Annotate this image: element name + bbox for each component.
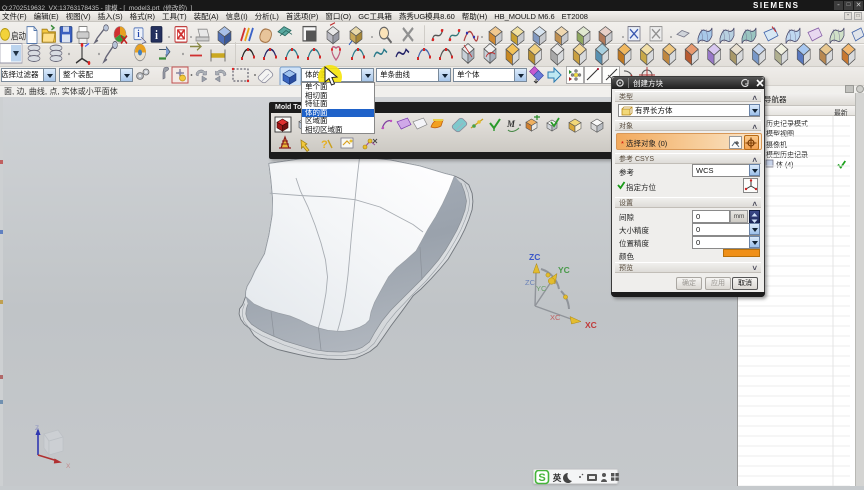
svg-text:Z: Z <box>35 425 39 432</box>
svg-text:XC: XC <box>585 320 597 330</box>
svg-text:启动: 启动 <box>11 30 26 42</box>
svg-text:S: S <box>538 472 545 484</box>
svg-text:M: M <box>506 119 516 129</box>
svg-text:ZC: ZC <box>529 252 540 262</box>
svg-text:YC: YC <box>536 284 547 293</box>
svg-text:英: 英 <box>552 473 562 483</box>
svg-text:i: i <box>137 29 140 40</box>
svg-text:ZC: ZC <box>525 278 536 287</box>
svg-text:X: X <box>66 463 71 470</box>
svg-text:XC: XC <box>550 313 561 322</box>
svg-text:YC: YC <box>558 265 570 275</box>
svg-text:?: ? <box>321 139 328 151</box>
